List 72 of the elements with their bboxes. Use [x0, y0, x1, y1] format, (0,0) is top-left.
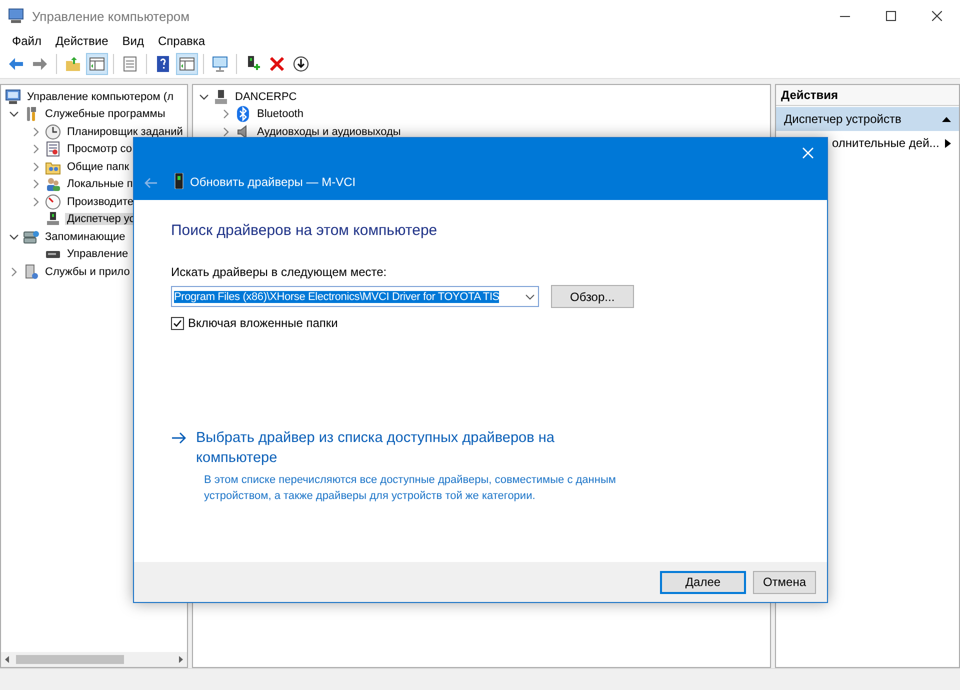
panel-icon [178, 55, 196, 73]
tree-item[interactable]: Аудиовходы и аудиовыходы [255, 126, 403, 138]
field-label: Искать драйверы в следующем месте: [171, 265, 388, 279]
panel-button[interactable] [176, 53, 198, 75]
device-icon [45, 211, 61, 228]
tree-item[interactable]: Планировщик заданий [65, 126, 185, 138]
log-icon [45, 141, 61, 158]
dialog-title: Обновить драйверы — M-VCI [190, 175, 356, 189]
checkbox-label: Включая вложенные папки [188, 316, 338, 330]
expand-caret-icon[interactable] [221, 126, 231, 137]
clock-icon [45, 124, 61, 140]
location-field[interactable]: Program Files (x86)\XHorse Electronics\MVCI Driver for TOYOTA TIS [171, 286, 539, 307]
collapse-caret-icon[interactable] [199, 92, 209, 102]
expand-caret-icon[interactable] [31, 126, 41, 137]
panel-icon [88, 55, 106, 73]
tree-item[interactable]: Локальные п [65, 178, 135, 190]
tree-item[interactable]: Bluetooth [255, 108, 306, 120]
expand-caret-icon[interactable] [31, 179, 41, 190]
maximize-icon [886, 11, 896, 21]
close-icon [802, 147, 814, 159]
users-icon [45, 176, 61, 192]
tree-item[interactable]: Управление [65, 248, 130, 260]
delete-icon [268, 55, 286, 73]
services-icon [23, 264, 39, 280]
app-icon [8, 8, 24, 24]
computer-icon [213, 88, 229, 105]
close-icon [932, 11, 942, 21]
menu-item[interactable]: Файл [5, 34, 49, 48]
help-icon [154, 55, 172, 73]
browse-button[interactable]: Обзор... [551, 285, 634, 308]
tree-item[interactable]: Общие папк [65, 160, 132, 173]
tree-item[interactable]: DANCERPC [233, 90, 299, 103]
link-description: В этом списке перечисляются все доступные драйверы, совместимые с данным устройством, а также драйверы для устройств той же категории. [204, 473, 617, 504]
choose-driver-link[interactable]: Выбрать драйвер из списка доступных драйверов на компьютере [196, 428, 616, 468]
device-icon [174, 173, 184, 189]
download-icon [292, 55, 310, 73]
tree-item[interactable]: Просмотр со [65, 143, 134, 156]
monitor-icon [211, 55, 229, 73]
forward-arrow-icon [31, 55, 49, 73]
expand-caret-icon[interactable] [31, 196, 41, 207]
expand-caret-icon[interactable] [9, 266, 19, 277]
panel-button[interactable] [86, 53, 108, 75]
menu-item[interactable]: Действие [48, 34, 116, 48]
folder-up-icon [64, 55, 82, 73]
gauge-icon [45, 194, 61, 210]
menu-item[interactable]: Вид [115, 34, 151, 48]
collapse-caret-icon[interactable] [9, 109, 19, 120]
window-title: Управление компьютером [32, 8, 190, 24]
actions-header: Действия [776, 85, 959, 106]
computer-icon [5, 88, 21, 105]
actions-section[interactable]: Диспетчер устройств [776, 107, 959, 131]
collapse-caret-icon[interactable] [9, 232, 19, 242]
tree-item[interactable]: Производите [65, 196, 136, 208]
tree-item[interactable]: Службы и прило [43, 266, 132, 278]
menu-item[interactable]: Справка [151, 34, 212, 48]
tree-item[interactable]: Служебные программы [43, 108, 168, 120]
cancel-button[interactable]: Отмена [753, 570, 816, 594]
expand-caret-icon[interactable] [221, 109, 231, 120]
action-item[interactable]: олнительные дей... [832, 136, 940, 150]
storage-icon [23, 228, 39, 245]
checkmark-icon [173, 318, 182, 328]
bluetooth-icon [235, 106, 251, 122]
properties-icon [121, 55, 139, 73]
expand-caret-icon[interactable] [31, 144, 41, 154]
tree-item[interactable]: Управление компьютером (л [25, 90, 176, 103]
checkbox[interactable] [171, 316, 184, 330]
dialog-heading: Поиск драйверов на этом компьютере [171, 222, 438, 239]
expand-caret-icon[interactable] [31, 162, 41, 172]
tree-item[interactable]: Запоминающие [43, 230, 128, 243]
scrollbar-thumb[interactable] [16, 655, 124, 664]
next-button[interactable]: Далее [660, 570, 746, 594]
back-arrow-icon [144, 177, 158, 189]
